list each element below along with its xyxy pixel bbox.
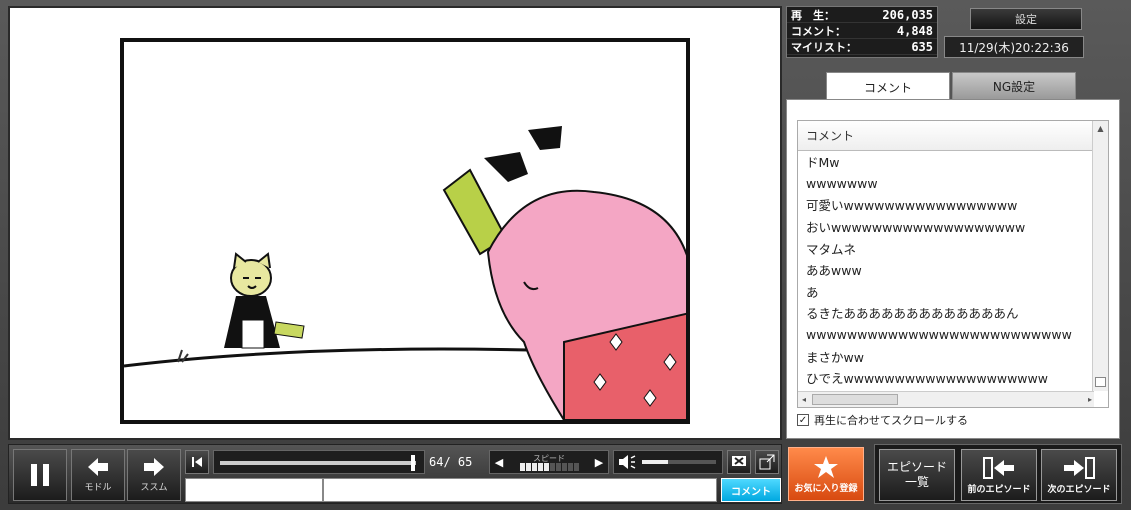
- mylist-count: 635: [911, 39, 933, 54]
- list-item[interactable]: wwwwwwwwwwwwwwwwwwwwwwwwww: [798, 324, 1108, 346]
- fullscreen-button[interactable]: [755, 450, 779, 474]
- speaker-icon[interactable]: [618, 454, 636, 470]
- favorite-button[interactable]: お気に入り登録: [788, 447, 864, 501]
- seek-row: 64/ 65 ◀ スピード ▶: [185, 449, 781, 475]
- pause-button[interactable]: [13, 449, 67, 501]
- fullscreen-icon: [759, 454, 775, 470]
- favorite-label: お気に入り登録: [794, 483, 858, 494]
- arrow-left-icon: [88, 458, 108, 476]
- speed-control: ◀ スピード ▶: [489, 450, 609, 474]
- speed-up-button[interactable]: ▶: [592, 453, 606, 471]
- comment-list-body: ドMw wwwwwww 可愛いwwwwwwwwwwwwwwwww おいwwwww…: [798, 151, 1108, 389]
- pause-icon: [31, 464, 49, 486]
- view-count-label: 再 生：: [791, 8, 835, 22]
- sync-scroll-label: 再生に合わせてスクロールする: [814, 414, 968, 427]
- comment-list[interactable]: コメント ドMw wwwwwww 可愛いwwwwwwwwwwwwwwwww おい…: [797, 120, 1109, 408]
- skip-to-start-button[interactable]: [185, 450, 209, 474]
- list-item[interactable]: あ: [798, 281, 1108, 303]
- video-scene: [124, 126, 686, 420]
- next-episode-label: 次のエピソード: [1047, 484, 1111, 495]
- player-root: 再 生： 206,035 コメント： 4,848 マイリスト： 635 設定 1…: [0, 0, 1131, 510]
- comment-count-row: コメント： 4,848: [787, 23, 937, 39]
- volume-slider[interactable]: [642, 460, 716, 464]
- seek-bar[interactable]: [213, 450, 425, 474]
- list-item[interactable]: おいwwwwwwwwwwwwwwwwwww: [798, 216, 1108, 238]
- comment-list-header[interactable]: コメント: [798, 121, 1108, 151]
- scroll-up-icon[interactable]: ▲: [1093, 121, 1108, 135]
- tab-ng-settings[interactable]: NG設定: [952, 72, 1076, 100]
- scroll-left-icon[interactable]: ◂: [798, 395, 810, 404]
- tab-comment[interactable]: コメント: [826, 72, 950, 101]
- speed-label: スピード: [533, 453, 565, 463]
- view-count-row: 再 生： 206,035: [787, 7, 937, 23]
- hscroll-thumb[interactable]: [812, 394, 898, 405]
- back-label: モドル: [84, 483, 112, 493]
- time-display: 64/ 65: [429, 455, 473, 469]
- speed-down-button[interactable]: ◀: [492, 453, 506, 471]
- next-episode-icon: [1064, 456, 1095, 479]
- settings-button[interactable]: 設定: [970, 8, 1082, 30]
- seek-thumb[interactable]: [411, 455, 416, 471]
- comment-tabs: コメント NG設定: [826, 72, 1076, 101]
- list-item[interactable]: まさかww: [798, 345, 1108, 367]
- comment-off-icon: [732, 456, 746, 466]
- video-canvas: [120, 38, 690, 424]
- list-item[interactable]: ドMw: [798, 151, 1108, 173]
- seek-track: [220, 461, 416, 465]
- list-item[interactable]: ああwww: [798, 259, 1108, 281]
- list-item[interactable]: wwwwwww: [798, 173, 1108, 195]
- sync-scroll-option[interactable]: ✓ 再生に合わせてスクロールする: [797, 412, 968, 428]
- datetime-display: 11/29(木)20:22:36: [944, 36, 1084, 58]
- control-bar: モドル ススム 64/ 65 ◀ スピード ▶ コメント: [8, 444, 782, 504]
- command-input[interactable]: [185, 478, 323, 502]
- back-button[interactable]: モドル: [71, 449, 125, 501]
- mylist-count-row: マイリスト： 635: [787, 39, 937, 55]
- list-item[interactable]: るきたあああああああああああああん: [798, 302, 1108, 324]
- next-episode-button[interactable]: 次のエピソード: [1041, 449, 1117, 501]
- list-item[interactable]: 可愛いwwwwwwwwwwwwwwwww: [798, 194, 1108, 216]
- star-icon: [814, 455, 838, 478]
- comment-input-row: コメント: [185, 478, 781, 502]
- episode-list-label: エピソード 一覧: [886, 460, 947, 489]
- speed-level: [519, 462, 579, 471]
- volume-control[interactable]: [613, 450, 723, 474]
- pink-hair-character: [442, 126, 686, 420]
- speed-display: スピード: [519, 453, 579, 471]
- prev-episode-button[interactable]: 前のエピソード: [961, 449, 1037, 501]
- comment-submit-button[interactable]: コメント: [721, 478, 781, 502]
- comment-input[interactable]: [323, 478, 717, 502]
- comment-count: 4,848: [896, 23, 933, 38]
- prev-episode-label: 前のエピソード: [967, 484, 1031, 495]
- prev-episode-icon: [983, 456, 1014, 479]
- forward-label: ススム: [140, 483, 168, 493]
- stats-panel: 再 生： 206,035 コメント： 4,848 マイリスト： 635: [786, 6, 938, 58]
- scroll-thumb[interactable]: [1095, 377, 1106, 387]
- arrow-right-icon: [144, 458, 164, 476]
- sync-scroll-checkbox[interactable]: ✓: [797, 414, 809, 426]
- forward-button[interactable]: ススム: [127, 449, 181, 501]
- cat-character: [224, 252, 305, 349]
- skip-start-icon: [192, 457, 202, 467]
- scroll-right-icon[interactable]: ▸: [1088, 395, 1092, 404]
- comment-count-label: コメント：: [791, 24, 846, 38]
- volume-fill: [642, 460, 668, 464]
- view-count: 206,035: [882, 7, 933, 22]
- mylist-count-label: マイリスト：: [791, 40, 857, 54]
- comment-toggle-button[interactable]: [727, 450, 751, 474]
- horizontal-scrollbar[interactable]: ◂ ▸: [798, 391, 1094, 407]
- list-item[interactable]: マタムネ: [798, 237, 1108, 259]
- vertical-scrollbar[interactable]: ▲: [1092, 121, 1108, 391]
- episode-list-button[interactable]: エピソード 一覧: [879, 449, 955, 501]
- video-player[interactable]: [8, 6, 782, 440]
- comment-panel: コメント ドMw wwwwwww 可愛いwwwwwwwwwwwwwwwww おい…: [786, 99, 1120, 439]
- list-item[interactable]: ひでえwwwwwwwwwwwwwwwwwwww: [798, 367, 1108, 389]
- episode-nav: エピソード 一覧 前のエピソード 次のエピソード: [874, 444, 1122, 504]
